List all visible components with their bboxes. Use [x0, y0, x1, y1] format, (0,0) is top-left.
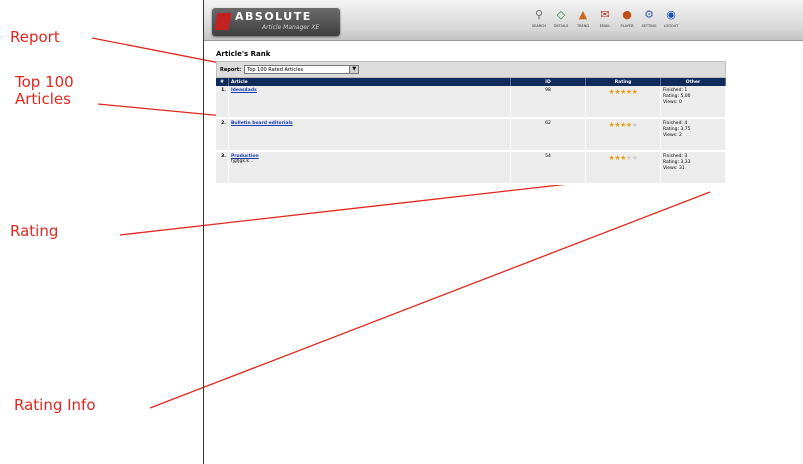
toolbar-button-logout[interactable]: ◉ LOGOUT — [661, 6, 681, 36]
toolbar-label: LOGOUT — [663, 24, 679, 28]
app-frame-border — [203, 0, 204, 464]
star-empty-icon: ★ — [631, 121, 638, 129]
report-label: Report: — [220, 66, 242, 73]
toolbar-button-email[interactable]: ✉ EMAIL — [595, 6, 615, 36]
top100-articles-callout: Top 100 Articles — [15, 73, 74, 108]
logo-tagline: Article Manager XE — [262, 24, 320, 31]
logo-mark-icon — [214, 13, 232, 30]
main-content: Article's Rank Report: Top 100 Rated Art… — [216, 50, 726, 185]
rating-info-line: Views: 2 — [663, 133, 682, 138]
toolbar-label: SETTING — [641, 24, 657, 28]
rating-info-callout-line — [149, 191, 711, 409]
trend-icon: ▲ — [578, 8, 588, 21]
report-selected-value: Top 100 Rated Articles — [247, 67, 304, 73]
table-row: 1. Ideas4ads 98 ★★★★★ Finished: 1 Rating: 5,0… — [216, 86, 726, 119]
header-rating: Rating — [585, 78, 661, 86]
rating-info-line: Views: 31 — [663, 166, 685, 171]
rating-stars: ★★★★★ — [609, 154, 638, 162]
article-cell: Production fjgfjgk.k... — [228, 151, 511, 185]
report-select[interactable]: Top 100 Rated Articles ▼ — [244, 65, 360, 74]
star-empty-icon: ★ — [631, 154, 638, 162]
rating-info-line: Views: 0 — [663, 100, 682, 105]
toolbar-button-player[interactable]: ● PLAYER — [617, 6, 637, 36]
toolbar-label: EMAIL — [599, 24, 611, 28]
logout-icon: ◉ — [666, 8, 676, 21]
toolbar-label: SEARCH — [531, 24, 547, 28]
rating-info-cell: Finished: 1 Rating: 5,00 Views: 0 — [660, 86, 726, 119]
toolbar-button-trend[interactable]: ▲ TREND — [573, 6, 593, 36]
toolbar: ⚲ SEARCH ◇ DETAILS ▲ TREND ✉ EMAIL ● PLAYER ⚙ SETTI… — [529, 6, 681, 36]
report-callout: Report — [10, 28, 60, 46]
rating-info-callout: Rating Info — [14, 396, 96, 414]
rating-stars: ★★★★★ — [609, 88, 638, 96]
email-icon: ✉ — [600, 8, 610, 21]
app-header: ABSOLUTE Article Manager XE ⚲ SEARCH ◇ DETA… — [204, 0, 803, 41]
article-link[interactable]: Ideas4ads — [231, 88, 257, 93]
chevron-down-icon[interactable]: ▼ — [349, 66, 359, 73]
article-cell: Bulletin board editorials — [228, 118, 511, 152]
toolbar-label: PLAYER — [620, 24, 634, 28]
row-number: 2. — [216, 118, 229, 152]
header-number: # — [216, 78, 229, 86]
article-id: 54 — [510, 151, 586, 185]
rating-cell: ★★★★★ — [585, 118, 661, 152]
search-icon: ⚲ — [534, 8, 544, 21]
rating-cell: ★★★★★ — [585, 151, 661, 185]
rank-table: # Article ID Rating Other 1. Ideas4ads 98 ★… — [216, 78, 726, 185]
table-row: 3. Production fjgfjgk.k... 54 ★★★★★ Finished:… — [216, 151, 726, 185]
article-id: 62 — [510, 118, 586, 152]
absolute-logo[interactable]: ABSOLUTE Article Manager XE — [212, 8, 340, 36]
report-bar: Report: Top 100 Rated Articles ▼ — [216, 61, 726, 78]
article-id: 98 — [510, 86, 586, 119]
table-row: 2. Bulletin board editorials 62 ★★★★★ Finish… — [216, 118, 726, 152]
star-filled-icon: ★ — [631, 88, 638, 96]
toolbar-button-search[interactable]: ⚲ SEARCH — [529, 6, 549, 36]
rating-callout: Rating — [10, 222, 59, 240]
header-other: Other — [660, 78, 726, 86]
table-header-row: # Article ID Rating Other — [216, 78, 726, 86]
rating-info-cell: Finished: 4 Rating: 3,75 Views: 2 — [660, 118, 726, 152]
article-link[interactable]: Bulletin board editorials — [231, 121, 293, 126]
logo-name: ABSOLUTE — [235, 10, 312, 23]
toolbar-label: DETAILS — [553, 24, 569, 28]
rating-callout-line — [119, 176, 631, 236]
article-subtitle: fjgfjgk.k... — [231, 159, 254, 164]
rating-stars: ★★★★★ — [609, 121, 638, 129]
row-number: 1. — [216, 86, 229, 119]
rating-cell: ★★★★★ — [585, 86, 661, 119]
rating-info-cell: Finished: 3 Rating: 3,33 Views: 31 — [660, 151, 726, 185]
player-icon: ● — [622, 8, 632, 21]
toolbar-button-details[interactable]: ◇ DETAILS — [551, 6, 571, 36]
settings-icon: ⚙ — [644, 8, 654, 21]
row-number: 3. — [216, 151, 229, 185]
article-cell: Ideas4ads — [228, 86, 511, 119]
details-icon: ◇ — [556, 8, 566, 21]
toolbar-button-setting[interactable]: ⚙ SETTING — [639, 6, 659, 36]
header-id: ID — [510, 78, 586, 86]
page-title: Article's Rank — [216, 50, 271, 58]
toolbar-label: TREND — [576, 24, 590, 28]
header-article: Article — [228, 78, 511, 86]
